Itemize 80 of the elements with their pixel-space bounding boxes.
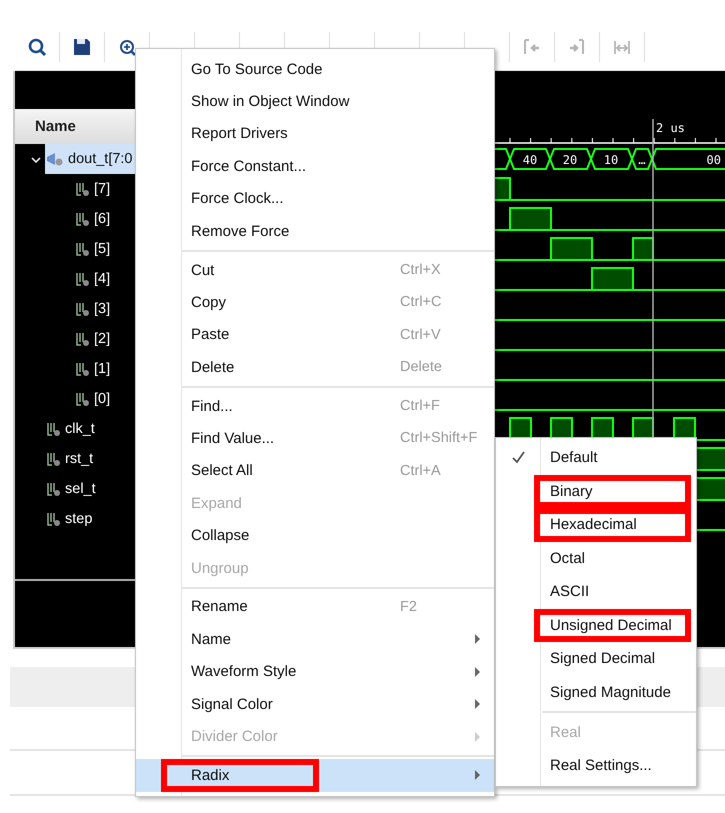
bit-signal-icon <box>75 182 89 196</box>
signal-name[interactable]: clk_t <box>65 421 95 437</box>
bus-signal-icon <box>46 151 63 167</box>
menu-item[interactable]: Remove Force <box>136 214 494 248</box>
menu-item[interactable]: Default <box>496 441 696 474</box>
menu-item[interactable]: Name <box>136 623 494 656</box>
signal-name[interactable]: [2] <box>94 331 110 347</box>
signal-name[interactable]: [0] <box>94 391 110 407</box>
search-icon[interactable] <box>28 38 46 56</box>
signal-name[interactable]: [5] <box>94 241 110 257</box>
signal-name[interactable]: dout_t[7:0 <box>68 151 132 167</box>
menu-item[interactable]: Cut Ctrl+X <box>136 254 494 286</box>
signal-name[interactable]: [3] <box>94 301 110 317</box>
bit-signal-icon <box>75 332 89 346</box>
menu-item[interactable]: Force Constant... <box>136 150 494 183</box>
menu-item[interactable]: Delete Delete <box>136 351 494 384</box>
menu-item[interactable]: Signal Color <box>136 688 494 720</box>
bit-signal-icon <box>46 422 60 436</box>
bus-value: 40 <box>522 153 538 167</box>
submenu-arrow-icon <box>474 634 480 644</box>
menu-item[interactable]: Show in Object Window <box>136 85 494 118</box>
submenu-arrow-icon <box>474 666 480 677</box>
bit-signal-icon <box>75 302 89 316</box>
zoom-in-icon[interactable] <box>118 38 136 56</box>
bus-value: 20 <box>562 153 578 167</box>
bit-signal-icon <box>75 212 89 226</box>
bit-signal-icon <box>46 512 60 526</box>
checkmark-icon <box>512 451 524 464</box>
menu-item[interactable]: Signed Decimal <box>496 642 696 676</box>
menu-item[interactable]: Report Drivers <box>136 118 494 150</box>
menu-item[interactable]: Copy Ctrl+C <box>136 286 494 319</box>
save-icon[interactable] <box>73 38 91 56</box>
signal-name[interactable]: [6] <box>94 211 110 227</box>
bit-signal-icon <box>46 482 60 496</box>
signal-name[interactable]: [7] <box>94 181 110 197</box>
bus-value: … <box>638 153 646 167</box>
menu-item[interactable]: Radix <box>136 759 494 792</box>
menu-item[interactable]: Real Settings... <box>496 749 696 782</box>
menu-item[interactable]: Octal <box>496 542 696 575</box>
menu-item[interactable]: Rename F2 <box>136 590 494 624</box>
menu-item[interactable]: Paste Ctrl+V <box>136 318 494 352</box>
signal-name[interactable]: sel_t <box>65 481 96 497</box>
submenu-arrow-icon <box>474 699 480 710</box>
submenu-arrow-icon <box>474 770 480 780</box>
bus-value: 00 <box>706 153 721 167</box>
menu-item[interactable]: Binary <box>496 474 696 508</box>
shortcut-label: Ctrl+A <box>400 462 441 479</box>
shortcut-label: Ctrl+C <box>400 294 442 310</box>
shortcut-label: Ctrl+F <box>400 398 440 414</box>
menu-item[interactable]: Force Clock... <box>136 182 494 215</box>
bit-signal-icon <box>75 242 89 256</box>
menu-item[interactable]: Hexadecimal <box>496 508 696 542</box>
menu-item[interactable]: Go To Source Code <box>136 53 494 86</box>
bit-signal-icon <box>75 392 89 406</box>
signal-name[interactable]: step <box>65 511 92 527</box>
menu-item[interactable]: Collapse <box>136 519 494 552</box>
signal-name[interactable]: rst_t <box>65 451 94 467</box>
bit-signal-icon <box>75 362 89 376</box>
menu-item[interactable]: Select All Ctrl+A <box>136 454 494 488</box>
bit-signal-icon <box>75 272 89 286</box>
menu-item[interactable]: Waveform Style <box>136 656 494 688</box>
shortcut-label: F2 <box>400 598 417 615</box>
bit-signal-icon <box>46 452 60 466</box>
menu-item[interactable]: Signed Magnitude <box>496 676 696 709</box>
shortcut-label: Ctrl+X <box>400 262 441 278</box>
menu-item[interactable]: Unsigned Decimal <box>496 608 696 642</box>
column-header[interactable]: Name <box>15 109 135 144</box>
bus-value: 10 <box>604 153 618 167</box>
shortcut-label: Delete <box>400 359 442 376</box>
time-label: 2 us <box>656 121 685 135</box>
shortcut-label: Ctrl+Shift+F <box>400 430 478 446</box>
menu-item[interactable]: Find Value... Ctrl+Shift+F <box>136 422 494 455</box>
submenu-arrow-icon <box>474 732 480 742</box>
shortcut-label: Ctrl+V <box>400 326 441 343</box>
menu-item[interactable]: Find... Ctrl+F <box>136 390 494 422</box>
collapse-caret-icon[interactable] <box>31 154 41 164</box>
signal-name[interactable]: [4] <box>94 271 110 287</box>
signal-row[interactable]: dout_t[7:0 <box>45 144 135 174</box>
signal-name[interactable]: [1] <box>94 361 110 377</box>
menu-item[interactable]: ASCII <box>496 575 696 608</box>
